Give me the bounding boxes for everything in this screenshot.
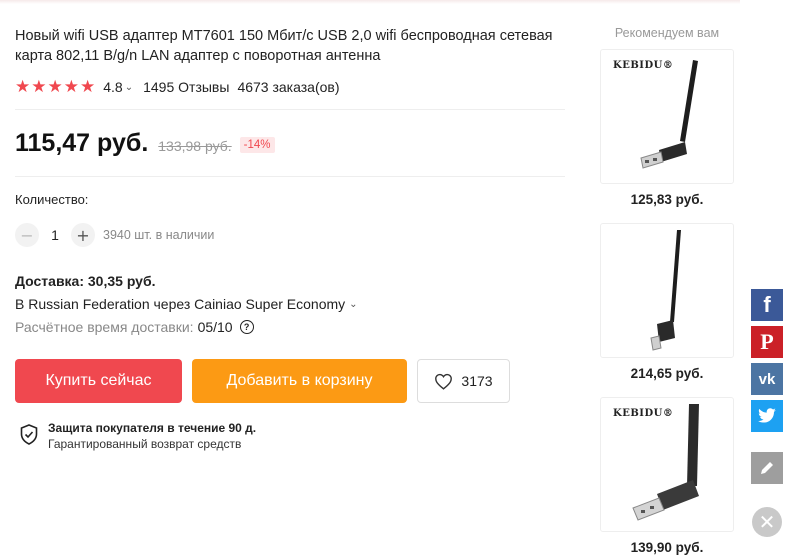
eta-label: Расчётное время доставки: — [15, 319, 194, 335]
brand-label: KEBIDU® — [613, 60, 674, 71]
edit-button[interactable] — [751, 452, 783, 484]
pencil-icon — [761, 462, 773, 474]
wishlist-count: 3173 — [461, 373, 493, 389]
recommendations: Рекомендуем вам KEBIDU® 125,83 руб. 214,… — [597, 26, 737, 555]
help-icon[interactable]: ? — [239, 320, 254, 334]
add-to-cart-button[interactable]: Добавить в корзину — [192, 359, 407, 403]
brand-label: KEBIDU® — [613, 408, 674, 419]
star-icon: ★ — [80, 76, 96, 97]
stock-info: 3940 шт. в наличии — [103, 228, 215, 242]
star-icon: ★ — [63, 76, 79, 97]
buyer-protection: Защита покупателя в течение 90 д. Гарант… — [20, 421, 570, 451]
divider — [15, 176, 565, 177]
shield-icon — [20, 424, 38, 445]
pinterest-share-button[interactable]: P — [751, 326, 783, 358]
product-title: Новый wifi USB адаптер MT7601 150 Мбит/с… — [15, 28, 553, 64]
product-info: Новый wifi USB адаптер MT7601 150 Мбит/с… — [15, 26, 570, 451]
action-buttons: Купить сейчас Добавить в корзину 3173 — [15, 359, 570, 403]
recommended-product-card[interactable]: KEBIDU® — [600, 397, 734, 532]
shipping-cost: Доставка: 30,35 руб. — [15, 273, 156, 289]
recommended-price[interactable]: 214,65 руб. — [597, 366, 737, 381]
eta-date: 05/10 — [197, 319, 233, 335]
shipping-method-select[interactable]: В Russian Federation через Cainiao Super… — [15, 296, 570, 312]
quantity-label: Количество: — [15, 192, 89, 207]
quantity-increase-button[interactable]: + — [71, 223, 95, 247]
protection-subtitle: Гарантированный возврат средств — [48, 437, 242, 451]
star-icon: ★ — [47, 76, 63, 97]
quantity-stepper: − 1 + 3940 шт. в наличии — [15, 223, 570, 247]
orders-count: 4673 заказа(ов) — [237, 79, 340, 95]
reviews-link[interactable]: 1495 Отзывы — [143, 79, 229, 95]
recommended-product-card[interactable]: KEBIDU® — [600, 49, 734, 184]
close-icon[interactable]: ✕ — [752, 507, 782, 537]
chevron-down-icon[interactable]: ⌄ — [349, 299, 357, 310]
recommended-price[interactable]: 139,90 руб. — [597, 540, 737, 555]
product-image — [650, 230, 681, 351]
buy-now-button[interactable]: Купить сейчас — [15, 359, 182, 403]
twitter-icon — [758, 408, 776, 423]
current-price: 115,47 руб. — [15, 129, 149, 157]
star-icon: ★ — [15, 76, 31, 97]
quantity-value[interactable]: 1 — [39, 227, 71, 243]
star-rating: ★ ★ ★ ★ ★ — [15, 76, 96, 97]
heart-icon — [435, 373, 453, 390]
protection-title: Защита покупателя в течение 90 д. — [48, 421, 257, 435]
chevron-down-icon[interactable]: ⌄ — [125, 82, 133, 93]
quantity-decrease-button[interactable]: − — [15, 223, 39, 247]
twitter-share-button[interactable] — [751, 400, 783, 432]
rating-row: ★ ★ ★ ★ ★ 4.8 ⌄ 1495 Отзывы 4673 заказа(… — [15, 77, 570, 97]
shipping-route[interactable]: В Russian Federation через Cainiao Super… — [15, 296, 345, 312]
recommendations-title: Рекомендуем вам — [614, 26, 720, 40]
delivery-estimate: Расчётное время доставки: 05/10 ? — [15, 319, 570, 335]
star-icon: ★ — [31, 76, 47, 97]
recommended-price[interactable]: 125,83 руб. — [597, 192, 737, 207]
discount-badge: -14% — [239, 137, 275, 153]
recommended-product-card[interactable] — [600, 223, 734, 358]
price-row: 115,47 руб. 133,98 руб. -14% — [15, 129, 570, 158]
share-bar: f P vk — [751, 289, 783, 484]
top-strip — [0, 0, 740, 4]
divider — [15, 109, 565, 110]
old-price: 133,98 руб. — [158, 138, 232, 154]
rating-value[interactable]: 4.8 — [103, 79, 122, 95]
facebook-share-button[interactable]: f — [751, 289, 783, 321]
wishlist-button[interactable]: 3173 — [417, 359, 510, 403]
vk-share-button[interactable]: vk — [751, 363, 783, 395]
